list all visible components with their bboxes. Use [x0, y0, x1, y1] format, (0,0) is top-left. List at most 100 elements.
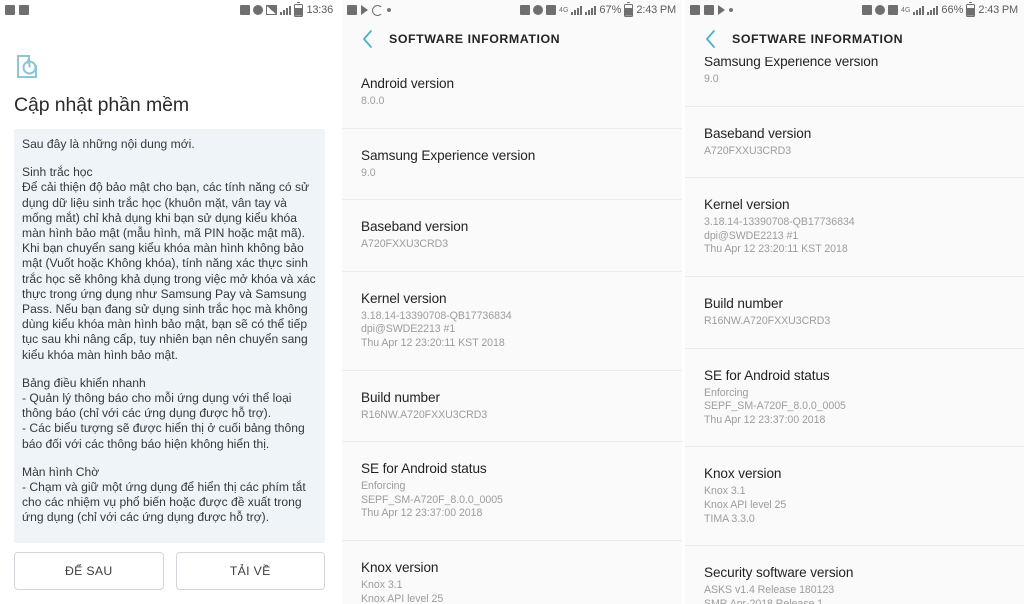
- list-item-value: Thu Apr 12 23:37:00 2018: [361, 507, 663, 521]
- battery-percent: 66%: [941, 4, 963, 16]
- list-item-value: SMR Apr-2018 Release 1: [704, 598, 1005, 604]
- list-item-values: Enforcing SEPF_SM-A720F_8.0.0_0005 Thu A…: [704, 383, 1005, 447]
- list-item[interactable]: Samsung Experience version 9.0: [685, 57, 1024, 107]
- wifi-icon: [266, 5, 277, 15]
- panel-software-information-scrolled: 4G 66% 2:43 PM SOFTWARE INFORMATION Sams…: [685, 0, 1024, 604]
- list-item[interactable]: Knox version Knox 3.1 Knox API level 25 …: [342, 541, 682, 604]
- app-bar-title: SOFTWARE INFORMATION: [389, 32, 560, 46]
- status-bar-right-icons: 13:36: [240, 4, 333, 17]
- list-item[interactable]: Baseband version A720FXXU3CRD3: [342, 200, 682, 272]
- list-item[interactable]: Android version 8.0.0: [342, 57, 682, 129]
- list-item-value: 9.0: [361, 167, 663, 181]
- list-item-values: A720FXXU3CRD3: [361, 234, 663, 271]
- list-item-value: A720FXXU3CRD3: [361, 238, 663, 252]
- release-notes-paragraph: Bảng điều khiển nhanh - Quản lý thông bá…: [22, 376, 317, 452]
- status-bar-right-icons: 4G 66% 2:43 PM: [862, 4, 1018, 17]
- list-item-label: Knox version: [704, 447, 1005, 481]
- list-item-value: R16NW.A720FXXU3CRD3: [704, 315, 1005, 329]
- list-item-value: A720FXXU3CRD3: [704, 145, 1005, 159]
- list-item-value: Enforcing: [704, 387, 1005, 401]
- list-item-values: 9.0: [704, 69, 1005, 106]
- list-item-label: Kernel version: [361, 272, 663, 306]
- list-item[interactable]: Build number R16NW.A720FXXU3CRD3: [685, 277, 1024, 349]
- panel-software-update: 13:36 Cập nhật phần mềm Sau đây là những…: [0, 0, 339, 604]
- list-item[interactable]: Samsung Experience version 9.0: [342, 129, 682, 201]
- status-bar-left-icons: [347, 5, 391, 16]
- download-button[interactable]: TẢI VỀ: [176, 552, 326, 590]
- list-item[interactable]: SE for Android status Enforcing SEPF_SM-…: [342, 442, 682, 541]
- app-bar-panel3: SOFTWARE INFORMATION: [685, 20, 1024, 57]
- list-item-values: 8.0.0: [361, 91, 663, 128]
- list-item-label: Samsung Experience version: [361, 129, 663, 163]
- list-item-label: Samsung Experience version: [704, 57, 1005, 69]
- later-button[interactable]: ĐỂ SAU: [14, 552, 164, 590]
- list-item-value: Thu Apr 12 23:37:00 2018: [704, 414, 1005, 428]
- list-item-label: Baseband version: [361, 200, 663, 234]
- list-item-value: dpi@SWDE2213 #1: [361, 323, 663, 337]
- list-item[interactable]: Knox version Knox 3.1 Knox API level 25 …: [685, 447, 1024, 546]
- release-notes-box: Sau đây là những nội dung mới. Sinh trắc…: [14, 129, 325, 543]
- software-info-scroll-panel2[interactable]: Android version 8.0.0 Samsung Experience…: [342, 57, 682, 604]
- release-notes-paragraph: Màn hình Chờ - Chạm và giữ một ứng dụng …: [22, 465, 317, 526]
- back-chevron-icon[interactable]: [699, 28, 721, 50]
- list-item[interactable]: Security software version ASKS v1.4 Rele…: [685, 546, 1024, 604]
- software-info-scroll-panel3[interactable]: Samsung Experience version 9.0 Baseband …: [685, 57, 1024, 604]
- nfc-icon: [888, 5, 898, 15]
- list-item-values: R16NW.A720FXXU3CRD3: [361, 405, 663, 442]
- list-item-value: 3.18.14-13390708-QB17736834: [361, 310, 663, 324]
- list-item-label: Security software version: [704, 546, 1005, 580]
- status-bar-clock: 2:43 PM: [636, 4, 676, 16]
- link-icon: [372, 5, 383, 16]
- battery-icon: [966, 4, 975, 17]
- status-bar-left-icons: [690, 5, 733, 15]
- more-icon: [387, 8, 391, 12]
- list-item[interactable]: Build number R16NW.A720FXXU3CRD3: [342, 371, 682, 443]
- dialog-action-bar: ĐỂ SAU TẢI VỀ: [14, 543, 325, 604]
- play-icon: [361, 5, 368, 15]
- list-item-label: Kernel version: [704, 178, 1005, 212]
- signal-icon: [571, 5, 582, 15]
- battery-icon: [624, 4, 633, 17]
- play-icon: [718, 5, 725, 15]
- list-item[interactable]: Kernel version 3.18.14-13390708-QB177368…: [342, 272, 682, 371]
- list-item[interactable]: Baseband version A720FXXU3CRD3: [685, 107, 1024, 179]
- status-bar-panel1: 13:36: [0, 0, 339, 20]
- list-item-values: R16NW.A720FXXU3CRD3: [704, 311, 1005, 348]
- list-item-values: ASKS v1.4 Release 180123 SMR Apr-2018 Re…: [704, 580, 1005, 604]
- list-item[interactable]: Kernel version 3.18.14-13390708-QB177368…: [685, 178, 1024, 277]
- list-item-label: Baseband version: [704, 107, 1005, 141]
- list-item-values: 3.18.14-13390708-QB17736834 dpi@SWDE2213…: [704, 212, 1005, 276]
- list-item[interactable]: SE for Android status Enforcing SEPF_SM-…: [685, 349, 1024, 448]
- list-item-value: Knox 3.1: [704, 485, 1005, 499]
- page-title: Cập nhật phần mềm: [14, 94, 325, 117]
- list-item-value: Knox 3.1: [361, 579, 663, 593]
- list-item-values: Enforcing SEPF_SM-A720F_8.0.0_0005 Thu A…: [361, 476, 663, 540]
- release-notes-paragraph: Sau đây là những nội dung mới.: [22, 137, 317, 152]
- vpn-icon: [862, 5, 872, 15]
- back-chevron-icon[interactable]: [356, 28, 378, 50]
- sd-card-icon: [704, 5, 714, 15]
- list-item-value: Enforcing: [361, 480, 663, 494]
- list-item-values: 3.18.14-13390708-QB17736834 dpi@SWDE2213…: [361, 306, 663, 370]
- alarm-icon: [253, 5, 263, 15]
- software-update-dialog: Cập nhật phần mềm Sau đây là những nội d…: [0, 20, 339, 604]
- status-bar-clock: 2:43 PM: [978, 4, 1018, 16]
- list-item-value: TIMA 3.3.0: [704, 513, 1005, 527]
- more-icon: [729, 8, 733, 12]
- sd-card-icon: [5, 5, 15, 15]
- alarm-icon: [533, 5, 543, 15]
- release-notes-paragraph: Sinh trắc học Để cải thiện độ bảo mật ch…: [22, 165, 317, 363]
- screenshot-icon: [19, 5, 29, 15]
- list-item-value: ASKS v1.4 Release 180123: [704, 584, 1005, 598]
- app-bar-panel2: SOFTWARE INFORMATION: [342, 20, 682, 57]
- list-item-label: SE for Android status: [361, 442, 663, 476]
- app-bar-title: SOFTWARE INFORMATION: [732, 32, 903, 46]
- list-item-value: SEPF_SM-A720F_8.0.0_0005: [361, 494, 663, 508]
- signal2-icon: [927, 5, 938, 15]
- software-info-list-panel3: Samsung Experience version 9.0 Baseband …: [685, 57, 1024, 604]
- list-item-value: Thu Apr 12 23:20:11 KST 2018: [704, 243, 1005, 257]
- signal-icon: [280, 5, 291, 15]
- list-item-label: Knox version: [361, 541, 663, 575]
- panel-software-information-top: 4G 67% 2:43 PM SOFTWARE INFORMATION Andr…: [342, 0, 682, 604]
- status-bar-panel3: 4G 66% 2:43 PM: [685, 0, 1024, 20]
